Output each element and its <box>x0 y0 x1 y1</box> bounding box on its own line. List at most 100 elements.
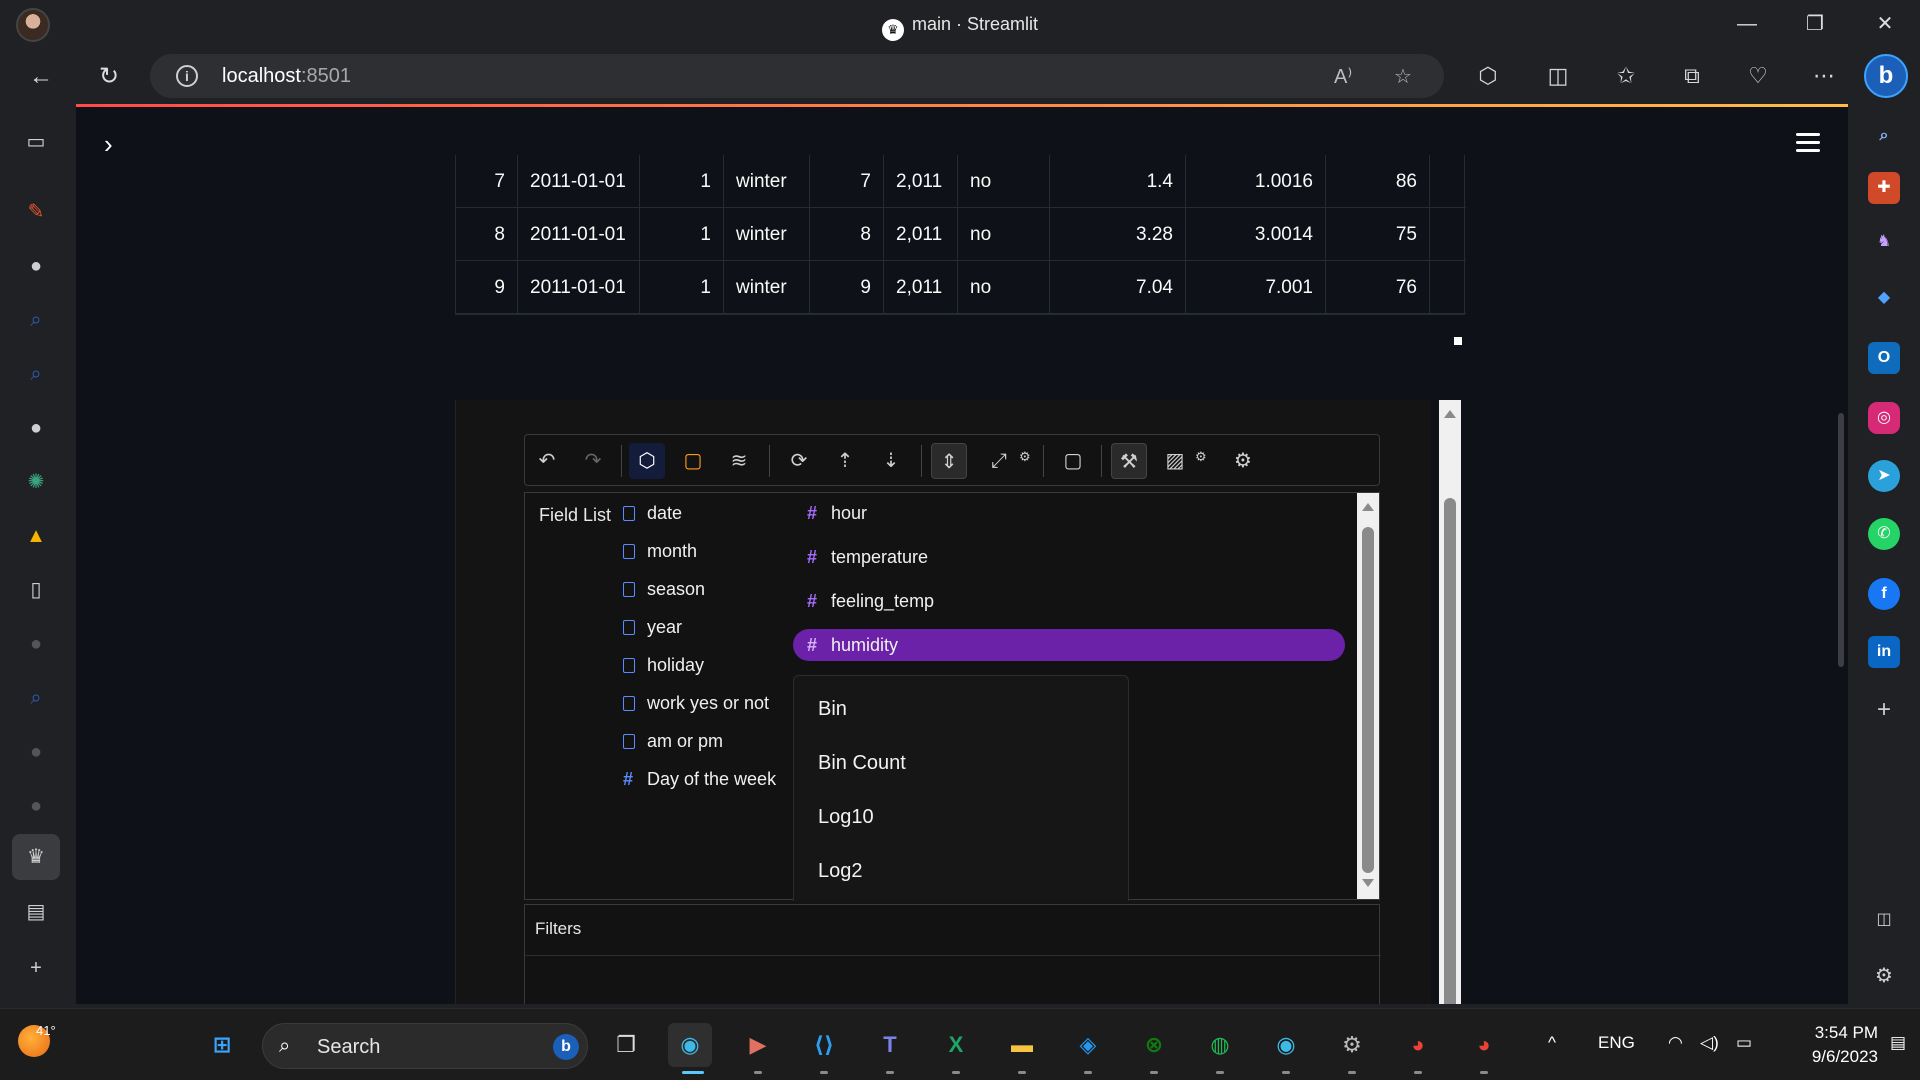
chatgpt-icon[interactable]: ✺ <box>20 466 52 498</box>
redo-icon[interactable]: ↷ <box>575 443 611 479</box>
back-icon[interactable]: ← <box>24 60 58 94</box>
minimize-icon[interactable]: — <box>1732 10 1762 38</box>
pinned-tab-icon[interactable]: ✎ <box>20 196 52 228</box>
sort-ascending-icon[interactable]: ⇡ <box>827 443 863 479</box>
dimension-field[interactable]: year <box>623 613 682 641</box>
favorite-star-icon[interactable]: ☆ <box>1394 64 1412 89</box>
gear-icon[interactable]: ⚙ <box>1019 449 1031 465</box>
table-cell[interactable]: 2011-01-01 <box>518 261 640 314</box>
table-cell[interactable]: 2011-01-01 <box>518 155 640 208</box>
streamlit-tab-icon[interactable]: ♛ <box>12 834 60 880</box>
table-cell[interactable]: winter <box>724 261 810 314</box>
teams-icon[interactable]: T <box>868 1023 912 1067</box>
dimension-field[interactable]: month <box>623 537 697 565</box>
refresh-icon[interactable]: ⟳ <box>781 443 817 479</box>
hide-sidebar-icon[interactable]: ◫ <box>1868 904 1900 936</box>
menu-item-bin-count[interactable]: Bin Count <box>818 752 906 775</box>
measure-field[interactable]: # feeling_temp <box>793 585 1345 617</box>
windows-start-icon[interactable]: ⊞ <box>200 1023 244 1067</box>
add-sidebar-app-icon[interactable]: + <box>1868 694 1900 726</box>
battery-icon[interactable]: ▭ <box>1736 1033 1752 1053</box>
chrome-profile-icon[interactable]: ◕ <box>1462 1023 1506 1067</box>
wifi-icon[interactable]: ◠ <box>1668 1033 1683 1053</box>
excel-icon[interactable]: X <box>934 1023 978 1067</box>
measure-field-selected[interactable]: # humidity <box>793 629 1345 661</box>
fullscreen-icon[interactable]: ⤢ <box>981 443 1017 479</box>
table-cell[interactable]: 3.0014 <box>1186 208 1326 261</box>
more-options-icon[interactable]: ⋯ <box>1806 58 1842 94</box>
table-cell[interactable]: 2011-01-01 <box>518 208 640 261</box>
table-cell[interactable]: 7.04 <box>1050 261 1186 314</box>
search-tab-icon[interactable]: ⌕ <box>20 358 52 390</box>
expand-sidebar-icon[interactable]: › <box>104 129 113 160</box>
tab-actions-icon[interactable]: ▭ <box>20 126 52 158</box>
telegram-icon[interactable]: ➤ <box>1868 460 1900 492</box>
cube-icon[interactable]: ⬡ <box>629 443 665 479</box>
field-list-scrollbar[interactable] <box>1357 493 1379 899</box>
document-icon[interactable]: ▯ <box>20 574 52 606</box>
filters-panel[interactable]: Filters <box>524 904 1381 1004</box>
table-cell[interactable]: 75 <box>1326 208 1430 261</box>
task-view-icon[interactable]: ❐ <box>604 1023 648 1067</box>
shape-icon[interactable]: ▢ <box>1055 443 1091 479</box>
notification-icon[interactable]: ▤ <box>1890 1033 1906 1053</box>
table-cell[interactable]: 1 <box>640 261 724 314</box>
vscode-icon[interactable]: ⟨⟩ <box>802 1023 846 1067</box>
scroll-down-icon[interactable] <box>1362 879 1374 887</box>
page-scrollbar[interactable] <box>1838 413 1844 667</box>
google-drive-icon[interactable]: ▲ <box>20 520 52 552</box>
games-icon[interactable]: ♞ <box>1868 226 1900 258</box>
restore-icon[interactable]: ❐ <box>1800 10 1830 38</box>
dimension-field[interactable]: # Day of the week <box>623 765 776 793</box>
facebook-icon[interactable]: f <box>1868 578 1900 610</box>
table-row[interactable]: 9 2011-01-01 1 winter 9 2,011 no 7.04 7.… <box>456 261 1466 314</box>
extensions-icon[interactable]: ⬡ <box>1470 58 1506 94</box>
spotify-icon[interactable]: ◍ <box>1198 1023 1242 1067</box>
linkedin-icon[interactable]: in <box>1868 636 1900 668</box>
tab-icon[interactable]: ● <box>20 736 52 768</box>
bing-copilot-icon[interactable]: b <box>1864 54 1908 98</box>
paint-bucket-icon[interactable]: ▢ <box>675 443 711 479</box>
search-icon[interactable]: ⌕ <box>1868 120 1900 152</box>
favorites-icon[interactable]: ✩ <box>1608 58 1644 94</box>
settings-icon[interactable]: ⚙ <box>1225 443 1261 479</box>
measure-field[interactable]: # temperature <box>793 541 1345 573</box>
show-hidden-icons-icon[interactable]: ^ <box>1548 1033 1556 1053</box>
search-tab-icon[interactable]: ⌕ <box>20 304 52 336</box>
dimension-field[interactable]: am or pm <box>623 727 723 755</box>
github-icon[interactable]: ● <box>20 250 52 282</box>
image-icon[interactable]: ▨ <box>1157 443 1193 479</box>
table-cell[interactable]: 1.0016 <box>1186 155 1326 208</box>
gear-icon[interactable]: ⚙ <box>1195 449 1207 465</box>
table-cell[interactable]: 2,011 <box>884 208 958 261</box>
menu-item-log2[interactable]: Log2 <box>818 860 863 883</box>
collections-icon[interactable]: ⧉ <box>1674 58 1710 94</box>
layers-icon[interactable]: ≋ <box>721 443 757 479</box>
sidebar-settings-icon[interactable]: ⚙ <box>1868 960 1900 992</box>
edge-icon[interactable]: ◉ <box>668 1023 712 1067</box>
tab-icon[interactable]: ● <box>20 628 52 660</box>
table-cell[interactable]: no <box>958 261 1050 314</box>
file-explorer-icon[interactable]: ▬ <box>1000 1023 1044 1067</box>
iframe-scrollbar[interactable] <box>1439 400 1461 1004</box>
dimension-field[interactable]: date <box>623 499 682 527</box>
address-url[interactable]: localhost:8501 <box>222 65 351 88</box>
table-cell[interactable]: 1 <box>640 208 724 261</box>
table-cell[interactable]: 7.001 <box>1186 261 1326 314</box>
table-cell[interactable]: winter <box>724 155 810 208</box>
taskbar-clock[interactable]: 3:54 PM 9/6/2023 <box>1778 1021 1878 1069</box>
volume-icon[interactable]: ◁) <box>1700 1033 1719 1053</box>
table-cell[interactable]: 1 <box>640 155 724 208</box>
table-cell[interactable]: 8 <box>810 208 884 261</box>
dataframe[interactable]: 7 2011-01-01 1 winter 7 2,011 no 1.4 1.0… <box>455 155 1466 315</box>
undo-icon[interactable]: ↶ <box>529 443 565 479</box>
scrollbar-thumb[interactable] <box>1444 498 1456 1004</box>
dimension-field[interactable]: work yes or not <box>623 689 769 717</box>
measure-field[interactable]: # hour <box>793 497 1345 529</box>
health-icon[interactable]: ♡ <box>1740 58 1776 94</box>
expand-collapse-icon[interactable]: ⇕ <box>931 443 967 479</box>
menu-item-bin[interactable]: Bin <box>818 698 847 721</box>
table-cell[interactable]: 2,011 <box>884 261 958 314</box>
table-cell[interactable]: no <box>958 155 1050 208</box>
outlook-icon[interactable]: O <box>1868 342 1900 374</box>
